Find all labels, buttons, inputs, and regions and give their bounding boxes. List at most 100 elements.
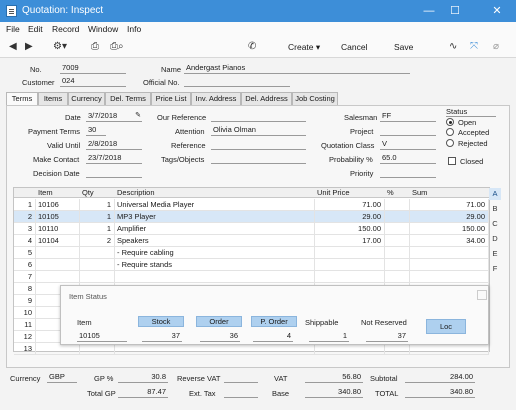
menu-file[interactable]: File [6, 24, 20, 34]
minimize-button[interactable]: — [418, 2, 440, 20]
cell-pct[interactable] [385, 223, 410, 234]
tab-currency[interactable]: Currency [68, 92, 105, 105]
cell-item[interactable] [36, 259, 80, 270]
cell-sum[interactable] [410, 259, 489, 270]
our-reference-field[interactable] [211, 111, 306, 122]
cell-item[interactable]: 10110 [36, 223, 80, 234]
decision-date-field[interactable] [86, 167, 142, 178]
cell-sum[interactable] [410, 247, 489, 258]
create-button[interactable]: Create ▾ [288, 42, 320, 53]
cell-desc[interactable]: Speakers [115, 235, 315, 246]
side-tab-d[interactable]: D [489, 233, 501, 245]
maximize-button[interactable]: ☐ [444, 2, 466, 20]
tab-price-list[interactable]: Price List [151, 92, 191, 105]
closed-checkbox[interactable] [448, 157, 456, 165]
cell-qty[interactable]: 1 [80, 199, 115, 210]
table-row[interactable]: 1 10106 1 Universal Media Player 71.00 71.00 [14, 199, 489, 211]
menu-info[interactable]: Info [127, 24, 141, 34]
cell-price[interactable]: 17.00 [315, 235, 385, 246]
priority-field[interactable] [380, 167, 436, 178]
attachment-icon[interactable]: ⌀ [493, 41, 499, 52]
col-unit-price-header[interactable]: Unit Price [315, 188, 385, 198]
name-field[interactable]: Andergast Pianos [184, 63, 410, 74]
popup-close-icon[interactable] [477, 290, 487, 300]
date-field[interactable]: 3/7/2018 ✎ [86, 111, 142, 122]
gear-icon[interactable]: ⚙▾ [53, 41, 67, 52]
cell-item[interactable]: 10104 [36, 235, 80, 246]
col-sum-header[interactable]: Sum [410, 188, 489, 198]
cell-pct[interactable] [385, 235, 410, 246]
tags-objects-field[interactable] [211, 153, 306, 164]
stock-button[interactable]: Stock [138, 316, 184, 327]
tab-del-address[interactable]: Del. Address [241, 92, 292, 105]
cancel-button[interactable]: Cancel [341, 42, 367, 52]
table-row[interactable]: 3 10110 1 Amplifier 150.00 150.00 [14, 223, 489, 235]
print-icon[interactable]: ⎙ [91, 41, 99, 52]
cell-qty[interactable] [80, 259, 115, 270]
expand-icon[interactable]: ⤧ [470, 41, 478, 52]
cell-qty[interactable]: 1 [80, 211, 115, 222]
probability-field[interactable]: 65.0 [380, 153, 436, 164]
col-description-header[interactable]: Description [115, 188, 315, 198]
cell-price[interactable] [315, 259, 385, 270]
table-row[interactable]: 4 10104 2 Speakers 17.00 34.00 [14, 235, 489, 247]
customer-field[interactable]: 024 [60, 76, 126, 87]
cell-pct[interactable] [385, 211, 410, 222]
cell-qty[interactable] [80, 247, 115, 258]
activity-icon[interactable]: ∿ [449, 41, 457, 52]
menu-window[interactable]: Window [88, 24, 118, 34]
cell-sum[interactable]: 71.00 [410, 199, 489, 210]
save-button[interactable]: Save [394, 42, 413, 52]
attention-field[interactable]: Olivia Olman [211, 125, 306, 136]
cell-item[interactable]: 10105 [36, 211, 80, 222]
cell-desc[interactable]: - Require stands [115, 259, 315, 270]
cell-desc[interactable]: MP3 Player [115, 211, 315, 222]
col-percent-header[interactable]: % [385, 188, 410, 198]
cell-qty[interactable]: 2 [80, 235, 115, 246]
order-button[interactable]: Order [196, 316, 242, 327]
cell-sum[interactable]: 29.00 [410, 211, 489, 222]
project-field[interactable] [380, 125, 436, 136]
status-rejected-radio[interactable] [446, 139, 454, 147]
table-row[interactable]: 7 [14, 271, 489, 283]
side-tab-e[interactable]: E [489, 248, 501, 260]
tab-items[interactable]: Items [38, 92, 68, 105]
cell-price[interactable] [315, 247, 385, 258]
table-row[interactable]: 5 - Require cabling [14, 247, 489, 259]
prev-record-icon[interactable]: ◀ [9, 41, 17, 52]
side-tab-a[interactable]: A [489, 188, 501, 200]
tab-terms[interactable]: Terms [6, 92, 38, 106]
make-contact-field[interactable]: 23/7/2018 [86, 153, 142, 164]
cell-item[interactable]: 10106 [36, 199, 80, 210]
payment-terms-field[interactable]: 30 [86, 125, 106, 136]
col-item-header[interactable]: Item [36, 188, 80, 198]
tab-inv-address[interactable]: Inv. Address [191, 92, 241, 105]
cell-item[interactable] [36, 247, 80, 258]
cell-pct[interactable] [385, 271, 410, 282]
cell-sum[interactable] [410, 271, 489, 282]
cell-qty[interactable] [80, 271, 115, 282]
reference-field[interactable] [211, 139, 306, 150]
cell-desc[interactable] [115, 271, 315, 282]
side-tab-b[interactable]: B [489, 203, 501, 215]
print-preview-icon[interactable]: ⎙⌕ [110, 41, 124, 52]
cell-sum[interactable]: 150.00 [410, 223, 489, 234]
cell-qty[interactable]: 1 [80, 223, 115, 234]
valid-until-field[interactable]: 2/8/2018 [86, 139, 142, 150]
status-accepted-radio[interactable] [446, 128, 454, 136]
no-field[interactable]: 7009 [60, 63, 126, 74]
cell-pct[interactable] [385, 259, 410, 270]
table-row[interactable]: 6 - Require stands [14, 259, 489, 271]
status-open-radio[interactable] [446, 118, 454, 126]
cell-desc[interactable]: Amplifier [115, 223, 315, 234]
side-tab-f[interactable]: F [489, 263, 501, 275]
loc-button[interactable]: Loc [426, 319, 466, 334]
table-row[interactable]: 2 10105 1 MP3 Player 29.00 29.00 [14, 211, 489, 223]
cell-price[interactable]: 71.00 [315, 199, 385, 210]
cell-price[interactable]: 29.00 [315, 211, 385, 222]
cell-desc[interactable]: - Require cabling [115, 247, 315, 258]
menu-record[interactable]: Record [52, 24, 79, 34]
cell-pct[interactable] [385, 247, 410, 258]
cell-sum[interactable]: 34.00 [410, 235, 489, 246]
cell-price[interactable] [315, 271, 385, 282]
